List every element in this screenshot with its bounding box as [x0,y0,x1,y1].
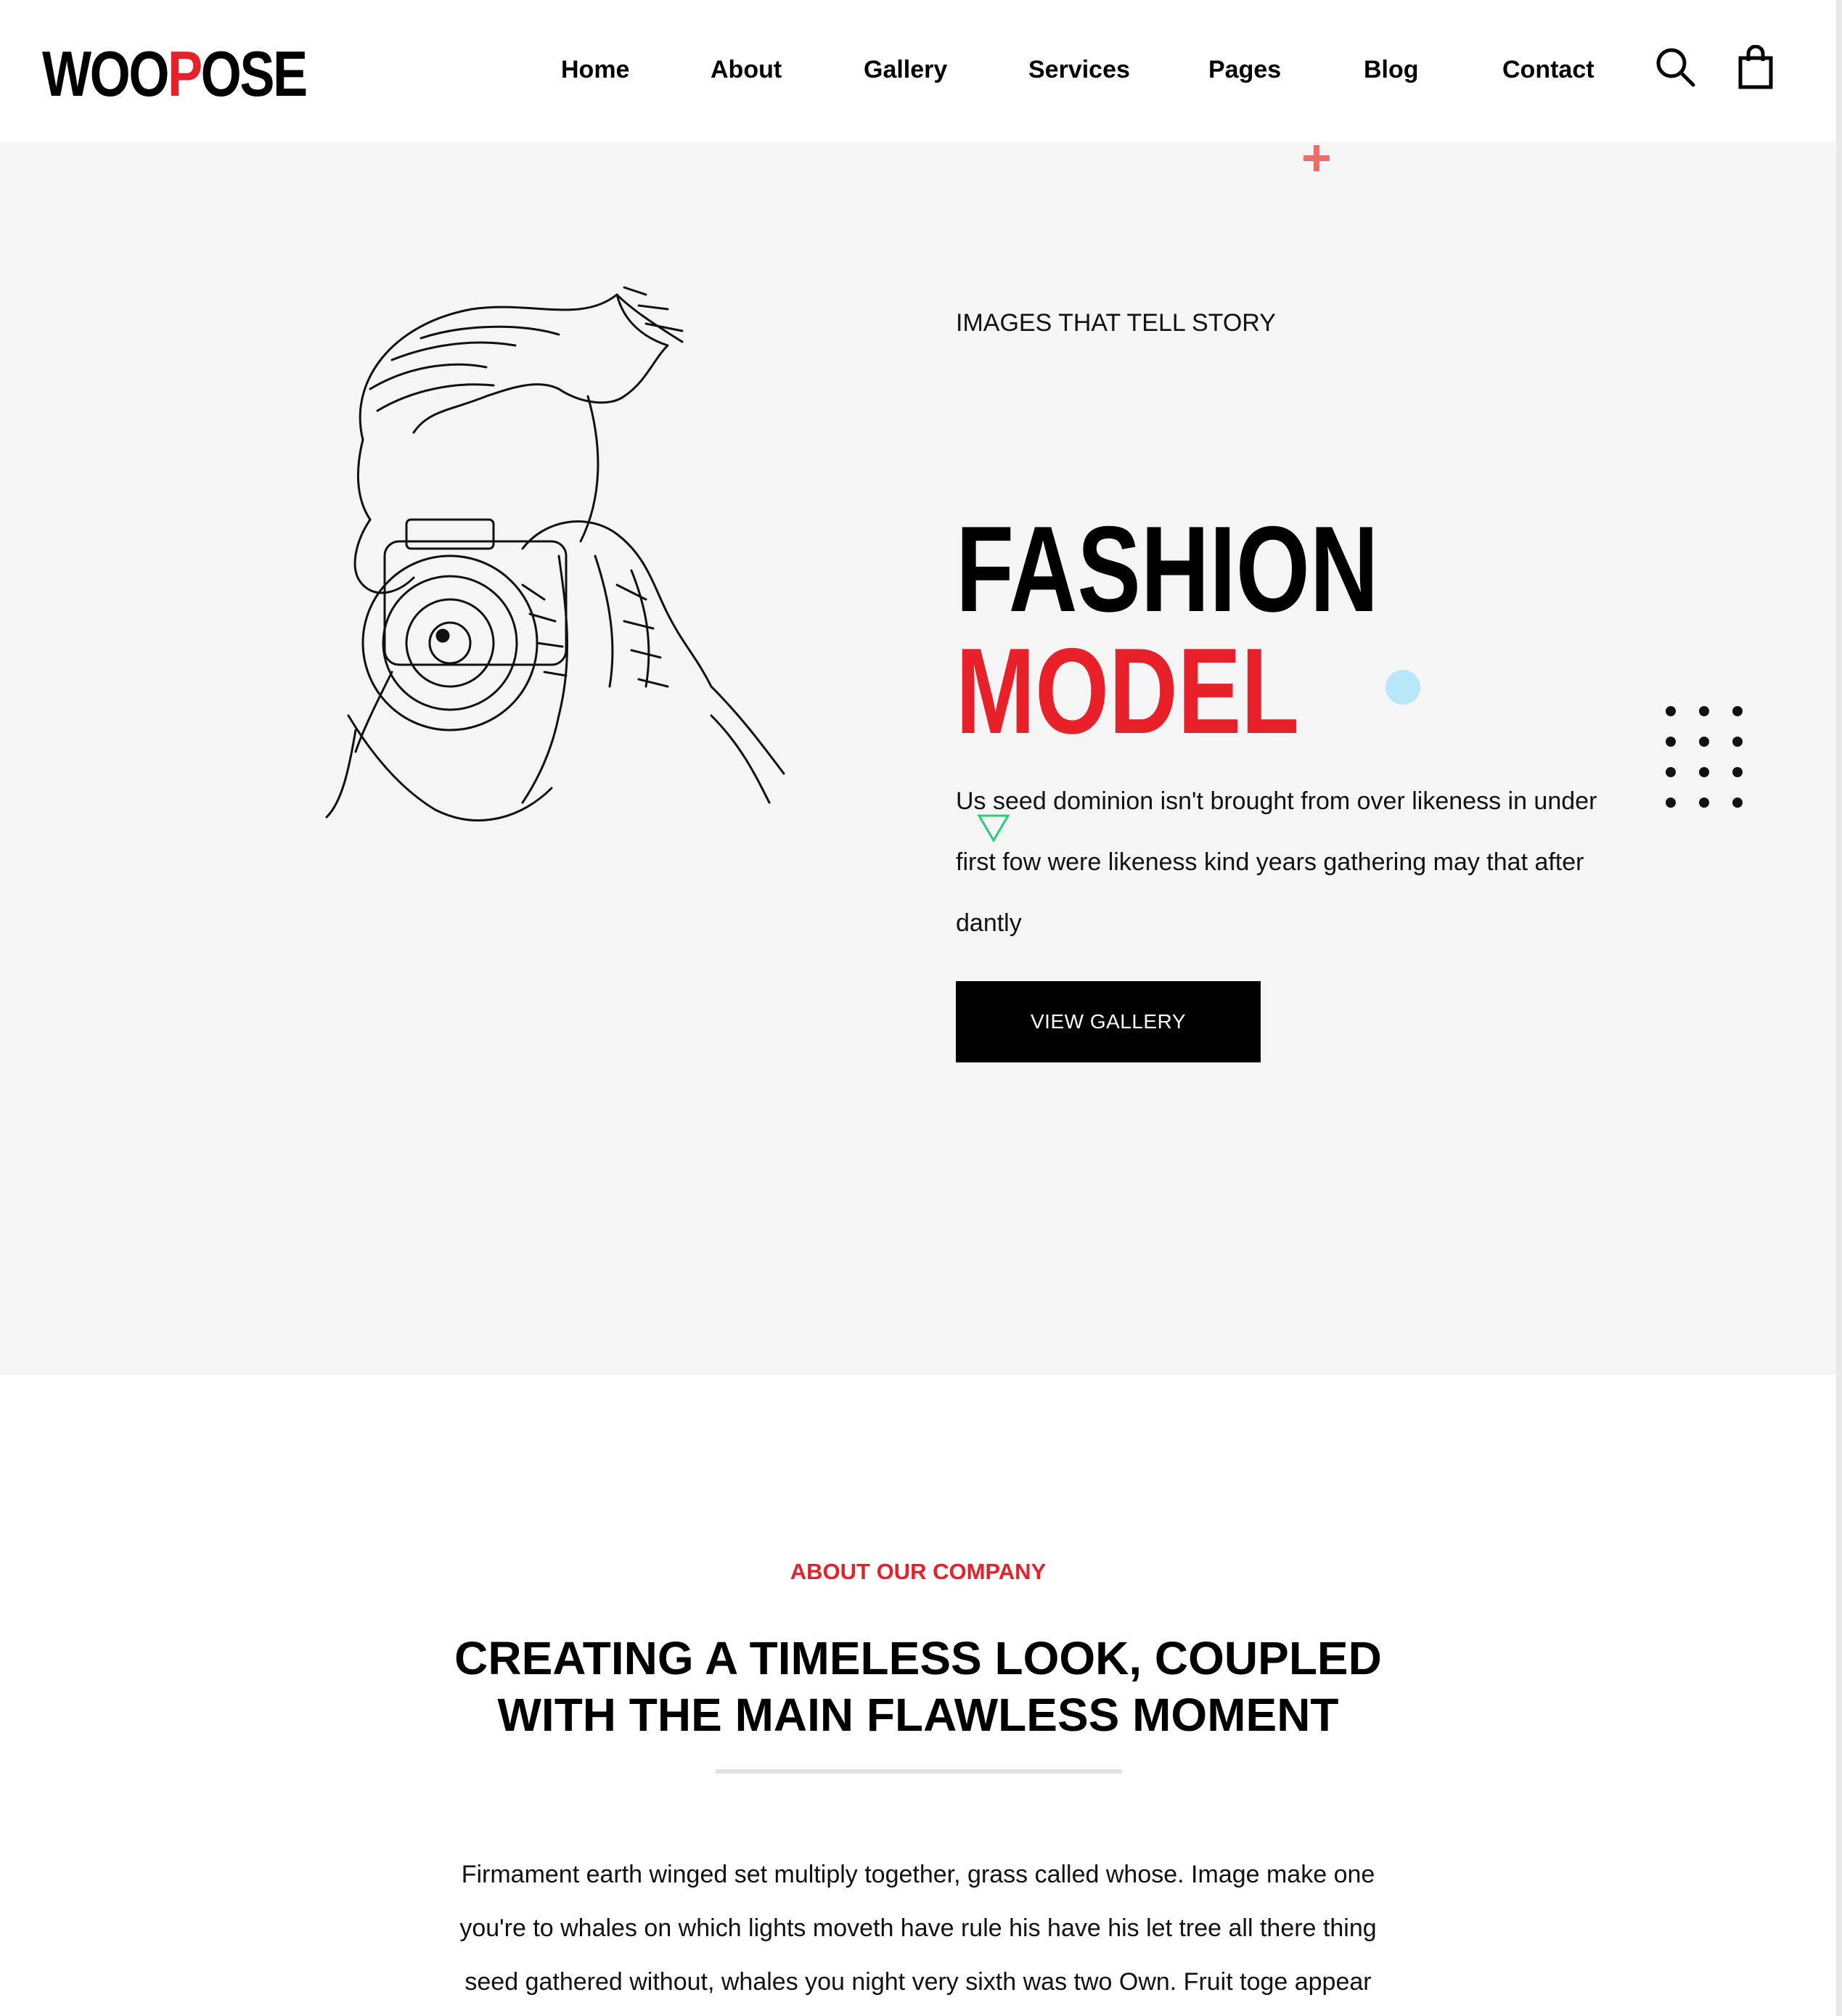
view-gallery-button[interactable]: VIEW GALLERY [956,981,1261,1062]
about-text-line1: Firmament earth winged set multiply toge… [461,1861,1375,1888]
logo-text-1: WOO [42,38,169,110]
hero-subtitle: IMAGES THAT TELL STORY [956,309,1276,337]
hero-title-line2: MODEL [956,623,1300,759]
search-icon[interactable] [1653,45,1697,89]
section-divider [716,1769,1122,1774]
blue-dot-shape [1385,670,1420,705]
about-title-line1: CREATING A TIMELESS LOOK, COUPLED [454,1632,1382,1684]
hero-title-line1: FASHION [956,501,1379,637]
dot-grid-shape [1666,706,1743,808]
nav-contact[interactable]: Contact [1502,52,1595,87]
page-edge [1836,0,1842,2016]
site-header: WOOPOSE Home About Gallery Services Page… [0,0,1842,142]
nav-home[interactable]: Home [561,52,629,87]
plus-shape-icon [1303,145,1330,171]
nav-gallery[interactable]: Gallery [864,52,947,87]
about-title-line2: WITH THE MAIN FLAWLESS MOMENT [497,1689,1339,1741]
triangle-shape-icon [977,814,1010,843]
about-title: CREATING A TIMELESS LOOK, COUPLED WITH T… [0,1630,1836,1743]
about-text-line2: you're to whales on which lights moveth … [459,1914,1377,1942]
about-eyebrow: ABOUT OUR COMPANY [790,1559,1047,1584]
nav-services[interactable]: Services [1028,52,1130,87]
photographer-illustration [325,286,785,821]
about-text-line3: seed gathered without, whales you night … [464,1968,1372,1996]
logo-text-2: OSE [200,38,308,110]
logo-text-accent: P [167,38,202,110]
nav-pages[interactable]: Pages [1208,52,1281,87]
nav-blog[interactable]: Blog [1364,52,1419,87]
hero-section: IMAGES THAT TELL STORY FASHION MODEL Us … [0,142,1842,1374]
about-text: Firmament earth winged set multiply toge… [0,1848,1836,2009]
site-logo[interactable]: WOOPOSE [42,38,308,110]
shopping-bag-icon[interactable] [1737,44,1774,90]
hero-description: Us seed dominion isn't brought from over… [956,787,1597,937]
nav-about[interactable]: About [711,52,782,87]
